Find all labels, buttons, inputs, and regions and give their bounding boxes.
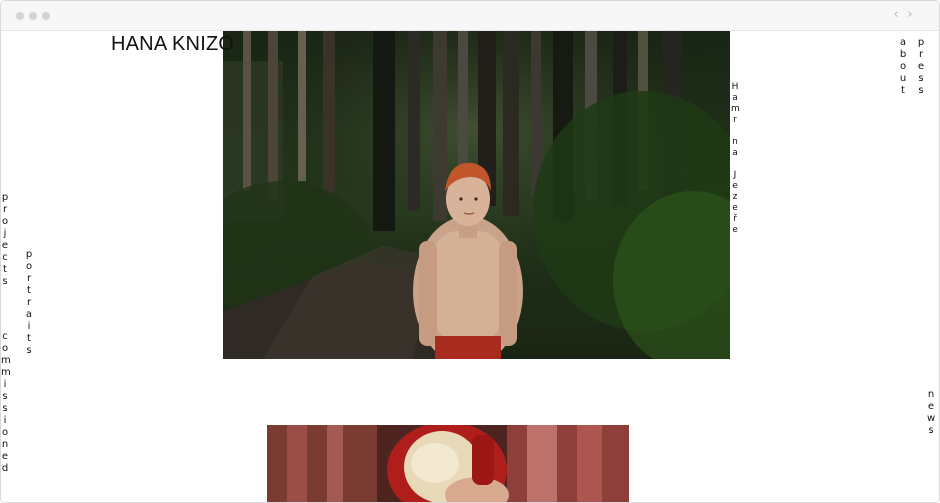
- window-maximize-button[interactable]: [42, 12, 50, 20]
- vertical-letter: m: [731, 104, 740, 114]
- chevron-right-icon[interactable]: ›: [903, 7, 917, 22]
- page-content: HANA KNIZO projects portraits commission…: [1, 31, 939, 502]
- vertical-letter: e: [917, 61, 925, 72]
- vertical-letter: s: [928, 425, 934, 436]
- nav-link-press[interactable]: press: [917, 37, 925, 97]
- nav-link-about[interactable]: about: [899, 37, 907, 97]
- vertical-letter: H: [731, 82, 739, 92]
- vertical-letter: t: [27, 285, 31, 296]
- vertical-letter: i: [27, 321, 31, 332]
- vertical-letter: m: [1, 355, 11, 366]
- vertical-letter: o: [1, 343, 9, 354]
- vertical-letter: [731, 159, 739, 170]
- vertical-letter: i: [3, 379, 7, 390]
- main-photo[interactable]: [223, 31, 730, 359]
- window-minimize-button[interactable]: [29, 12, 37, 20]
- nav-link-commissioned[interactable]: commissioned: [1, 331, 11, 475]
- nav-link-news[interactable]: news: [927, 389, 935, 437]
- vertical-letter: r: [733, 115, 737, 125]
- forest-boy-photo: [223, 31, 730, 359]
- vertical-letter: r: [26, 297, 32, 308]
- site-title[interactable]: HANA KNIZO: [111, 33, 234, 56]
- vertical-letter: p: [1, 192, 9, 203]
- vertical-letter: s: [26, 345, 32, 356]
- browser-toolbar: ‹ ›: [1, 1, 939, 31]
- vertical-letter: m: [1, 367, 11, 378]
- vertical-letter: n: [1, 439, 9, 450]
- vertical-letter: z: [732, 192, 738, 202]
- vertical-letter: e: [732, 225, 738, 235]
- vertical-letter: o: [25, 261, 33, 272]
- vertical-letter: s: [2, 403, 8, 414]
- vertical-letter: r: [918, 49, 924, 60]
- vertical-letter: a: [732, 93, 738, 103]
- vertical-letter: e: [732, 203, 738, 213]
- vertical-letter: s: [918, 85, 924, 96]
- vertical-letter: t: [27, 333, 31, 344]
- nav-link-projects[interactable]: projects: [1, 192, 9, 288]
- vertical-letter: t: [901, 85, 905, 96]
- vertical-letter: ř: [733, 214, 737, 224]
- vertical-letter: s: [2, 276, 8, 287]
- chevron-left-icon[interactable]: ‹: [889, 7, 903, 22]
- vertical-letter: e: [732, 181, 738, 191]
- red-hair-apple-photo: [267, 425, 629, 502]
- vertical-letter: u: [899, 73, 907, 84]
- vertical-letter: [731, 126, 739, 137]
- vertical-letter: j: [3, 228, 7, 239]
- photo-caption: Hamr na Jezeře: [731, 82, 740, 236]
- vertical-letter: e: [1, 240, 9, 251]
- vertical-letter: p: [917, 37, 925, 48]
- vertical-letter: e: [1, 451, 9, 462]
- browser-window: ‹ › HANA KNIZO p r o j e c t s p o r t r…: [0, 0, 940, 503]
- vertical-letter: p: [25, 249, 33, 260]
- vertical-letter: r: [2, 204, 8, 215]
- vertical-letter: r: [26, 273, 32, 284]
- vertical-letter: d: [1, 463, 9, 474]
- vertical-letter: c: [2, 331, 8, 342]
- vertical-letter: a: [25, 309, 33, 320]
- vertical-letter: i: [3, 415, 7, 426]
- vertical-letter: o: [1, 427, 9, 438]
- second-photo[interactable]: [267, 425, 629, 502]
- vertical-letter: n: [927, 389, 935, 400]
- vertical-letter: a: [899, 37, 907, 48]
- vertical-letter: n: [732, 137, 738, 147]
- vertical-letter: t: [3, 264, 7, 275]
- vertical-letter: a: [732, 148, 738, 158]
- vertical-letter: e: [927, 401, 935, 412]
- vertical-letter: J: [733, 170, 737, 180]
- vertical-letter: c: [2, 252, 8, 263]
- window-close-button[interactable]: [16, 12, 24, 20]
- vertical-letter: w: [927, 413, 936, 424]
- vertical-letter: o: [899, 61, 907, 72]
- nav-link-portraits[interactable]: portraits: [25, 249, 33, 357]
- vertical-letter: o: [1, 216, 9, 227]
- vertical-letter: s: [918, 73, 924, 84]
- vertical-letter: s: [2, 391, 8, 402]
- vertical-letter: b: [899, 49, 907, 60]
